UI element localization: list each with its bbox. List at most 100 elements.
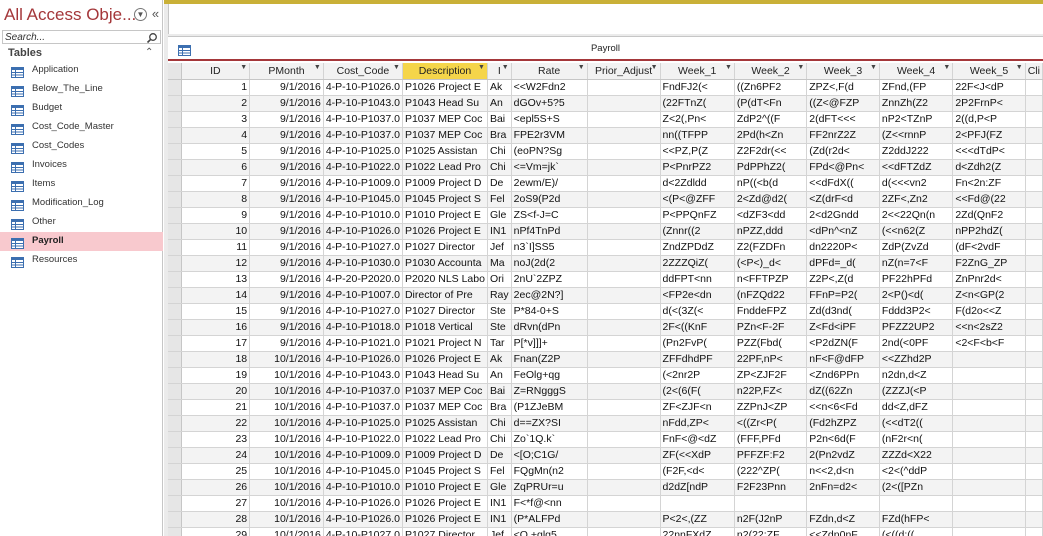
- filter-dropdown-icon[interactable]: ▼: [502, 64, 509, 71]
- table-cell[interactable]: Bai: [487, 383, 512, 400]
- table-cell[interactable]: ZS<f-J=C: [511, 207, 588, 224]
- nav-item-payroll[interactable]: Payroll: [0, 232, 163, 251]
- table-cell[interactable]: (2<(6(F(: [660, 383, 735, 400]
- table-cell[interactable]: [587, 335, 661, 352]
- table-cell[interactable]: 9/1/2016: [249, 255, 324, 272]
- table-cell[interactable]: [952, 447, 1026, 464]
- table-cell[interactable]: 4-P-20-P2020.0: [323, 271, 403, 288]
- table-cell[interactable]: [587, 415, 661, 432]
- table-cell[interactable]: FF2nrZ2Z: [806, 127, 880, 144]
- table-cell[interactable]: 10/1/2016: [249, 527, 324, 536]
- record-selector[interactable]: [168, 383, 182, 400]
- table-cell[interactable]: 4-P-10-P1045.0: [323, 463, 403, 480]
- table-cell[interactable]: [587, 463, 661, 480]
- table-cell[interactable]: <<n<6<Fd: [806, 399, 880, 416]
- table-cell[interactable]: P1018 Vertical: [402, 319, 488, 336]
- table-cell[interactable]: 22: [181, 415, 251, 432]
- table-cell[interactable]: [1025, 127, 1043, 144]
- table-cell[interactable]: 19: [181, 367, 251, 384]
- table-cell[interactable]: [587, 351, 661, 368]
- table-cell[interactable]: [1025, 95, 1043, 112]
- table-cell[interactable]: (<<dT2((: [879, 415, 954, 432]
- table-cell[interactable]: 9/1/2016: [249, 303, 324, 320]
- table-cell[interactable]: nP((<b(d: [734, 175, 808, 192]
- table-cell[interactable]: F2ZnG_ZP: [952, 255, 1026, 272]
- table-cell[interactable]: ZdP2^((F: [734, 111, 808, 128]
- table-cell[interactable]: (dF<2vdF: [952, 239, 1026, 256]
- table-row[interactable]: 6 9/1/2016 4-P-10-P1022.0 P1022 Lead Pro Chi…: [168, 159, 1043, 176]
- table-cell[interactable]: P1037 MEP Coc: [402, 399, 488, 416]
- record-selector[interactable]: [168, 79, 182, 96]
- record-selector[interactable]: [168, 495, 182, 512]
- record-selector[interactable]: [168, 287, 182, 304]
- table-cell[interactable]: [1025, 383, 1043, 400]
- table-cell[interactable]: <<Fd@(22: [952, 191, 1026, 208]
- table-cell[interactable]: d(<<<vn2: [879, 175, 954, 192]
- table-cell[interactable]: [1025, 303, 1043, 320]
- table-cell[interactable]: [587, 127, 661, 144]
- filter-dropdown-icon[interactable]: ▼: [943, 64, 950, 71]
- table-cell[interactable]: [587, 239, 661, 256]
- table-cell[interactable]: P1043 Head Su: [402, 95, 488, 112]
- table-cell[interactable]: <((Zr<P(: [734, 415, 808, 432]
- table-cell[interactable]: 4: [181, 127, 251, 144]
- table-cell[interactable]: 9/1/2016: [249, 287, 324, 304]
- record-selector[interactable]: [168, 159, 182, 176]
- table-cell[interactable]: 4-P-10-P1022.0: [323, 431, 403, 448]
- table-cell[interactable]: [587, 431, 661, 448]
- table-cell[interactable]: 24: [181, 447, 251, 464]
- table-cell[interactable]: <<Zdn0nF: [806, 527, 880, 536]
- table-cell[interactable]: Ak: [487, 79, 512, 96]
- table-cell[interactable]: 9: [181, 207, 251, 224]
- table-cell[interactable]: 4-P-10-P1037.0: [323, 383, 403, 400]
- table-cell[interactable]: F2F23Pnn: [734, 479, 808, 496]
- table-cell[interactable]: ZdP(ZvZd: [879, 239, 954, 256]
- table-cell[interactable]: [587, 495, 661, 512]
- table-cell[interactable]: [1025, 287, 1043, 304]
- table-cell[interactable]: (2<([PZn: [879, 479, 954, 496]
- table-cell[interactable]: [1025, 271, 1043, 288]
- table-cell[interactable]: [952, 383, 1026, 400]
- column-header[interactable]: Week_2 ▼: [734, 63, 808, 80]
- table-cell[interactable]: 4-P-10-P1043.0: [323, 367, 403, 384]
- table-row[interactable]: 24 10/1/2016 4-P-10-P1009.0 P1009 Project D…: [168, 447, 1043, 464]
- table-cell[interactable]: 4-P-10-P1027.0: [323, 527, 403, 536]
- table-cell[interactable]: nZ(n=7<F: [879, 255, 954, 272]
- table-cell[interactable]: 18: [181, 351, 251, 368]
- table-cell[interactable]: ZqPRUr=u: [511, 479, 588, 496]
- table-cell[interactable]: Fel: [487, 191, 512, 208]
- table-cell[interactable]: ZF(<<XdP: [660, 447, 735, 464]
- record-selector[interactable]: [168, 239, 182, 256]
- table-cell[interactable]: [587, 159, 661, 176]
- record-selector[interactable]: [168, 319, 182, 336]
- table-cell[interactable]: [587, 383, 661, 400]
- table-cell[interactable]: [952, 367, 1026, 384]
- table-cell[interactable]: Fnan(Z2P: [511, 351, 588, 368]
- table-row[interactable]: 12 9/1/2016 4-P-10-P1030.0 P1030 Accounta Ma…: [168, 255, 1043, 272]
- table-cell[interactable]: 6: [181, 159, 251, 176]
- table-cell[interactable]: P1009 Project D: [402, 447, 488, 464]
- table-cell[interactable]: 4-P-10-P1009.0: [323, 447, 403, 464]
- table-cell[interactable]: 2<Zd@d2(: [734, 191, 808, 208]
- table-cell[interactable]: 2: [181, 95, 251, 112]
- record-selector[interactable]: [168, 255, 182, 272]
- nav-item-application[interactable]: Application: [0, 61, 163, 80]
- table-cell[interactable]: nPf4TnPd: [511, 223, 588, 240]
- table-cell[interactable]: <<<dTdP<: [952, 143, 1026, 160]
- table-cell[interactable]: FPd<@Pn<: [806, 159, 880, 176]
- table-cell[interactable]: dn2220P<: [806, 239, 880, 256]
- table-cell[interactable]: d(<(3Z(<: [660, 303, 735, 320]
- table-cell[interactable]: [1025, 527, 1043, 536]
- table-row[interactable]: 19 10/1/2016 4-P-10-P1043.0 P1043 Head Su An…: [168, 367, 1043, 384]
- nav-item-cost-code-master[interactable]: Cost_Code_Master: [0, 118, 163, 137]
- table-cell[interactable]: Fn<2n:ZF: [952, 175, 1026, 192]
- table-row[interactable]: 8 9/1/2016 4-P-10-P1045.0 P1045 Project S Fe…: [168, 191, 1043, 208]
- table-cell[interactable]: Chi: [487, 159, 512, 176]
- table-cell[interactable]: F(d2o<<Z: [952, 303, 1026, 320]
- table-cell[interactable]: 4-P-10-P1027.0: [323, 303, 403, 320]
- record-selector[interactable]: [168, 207, 182, 224]
- table-cell[interactable]: [587, 223, 661, 240]
- table-cell[interactable]: Ray: [487, 287, 512, 304]
- table-cell[interactable]: 2<PFJ(FZ: [952, 127, 1026, 144]
- table-cell[interactable]: P1026 Project E: [402, 511, 488, 528]
